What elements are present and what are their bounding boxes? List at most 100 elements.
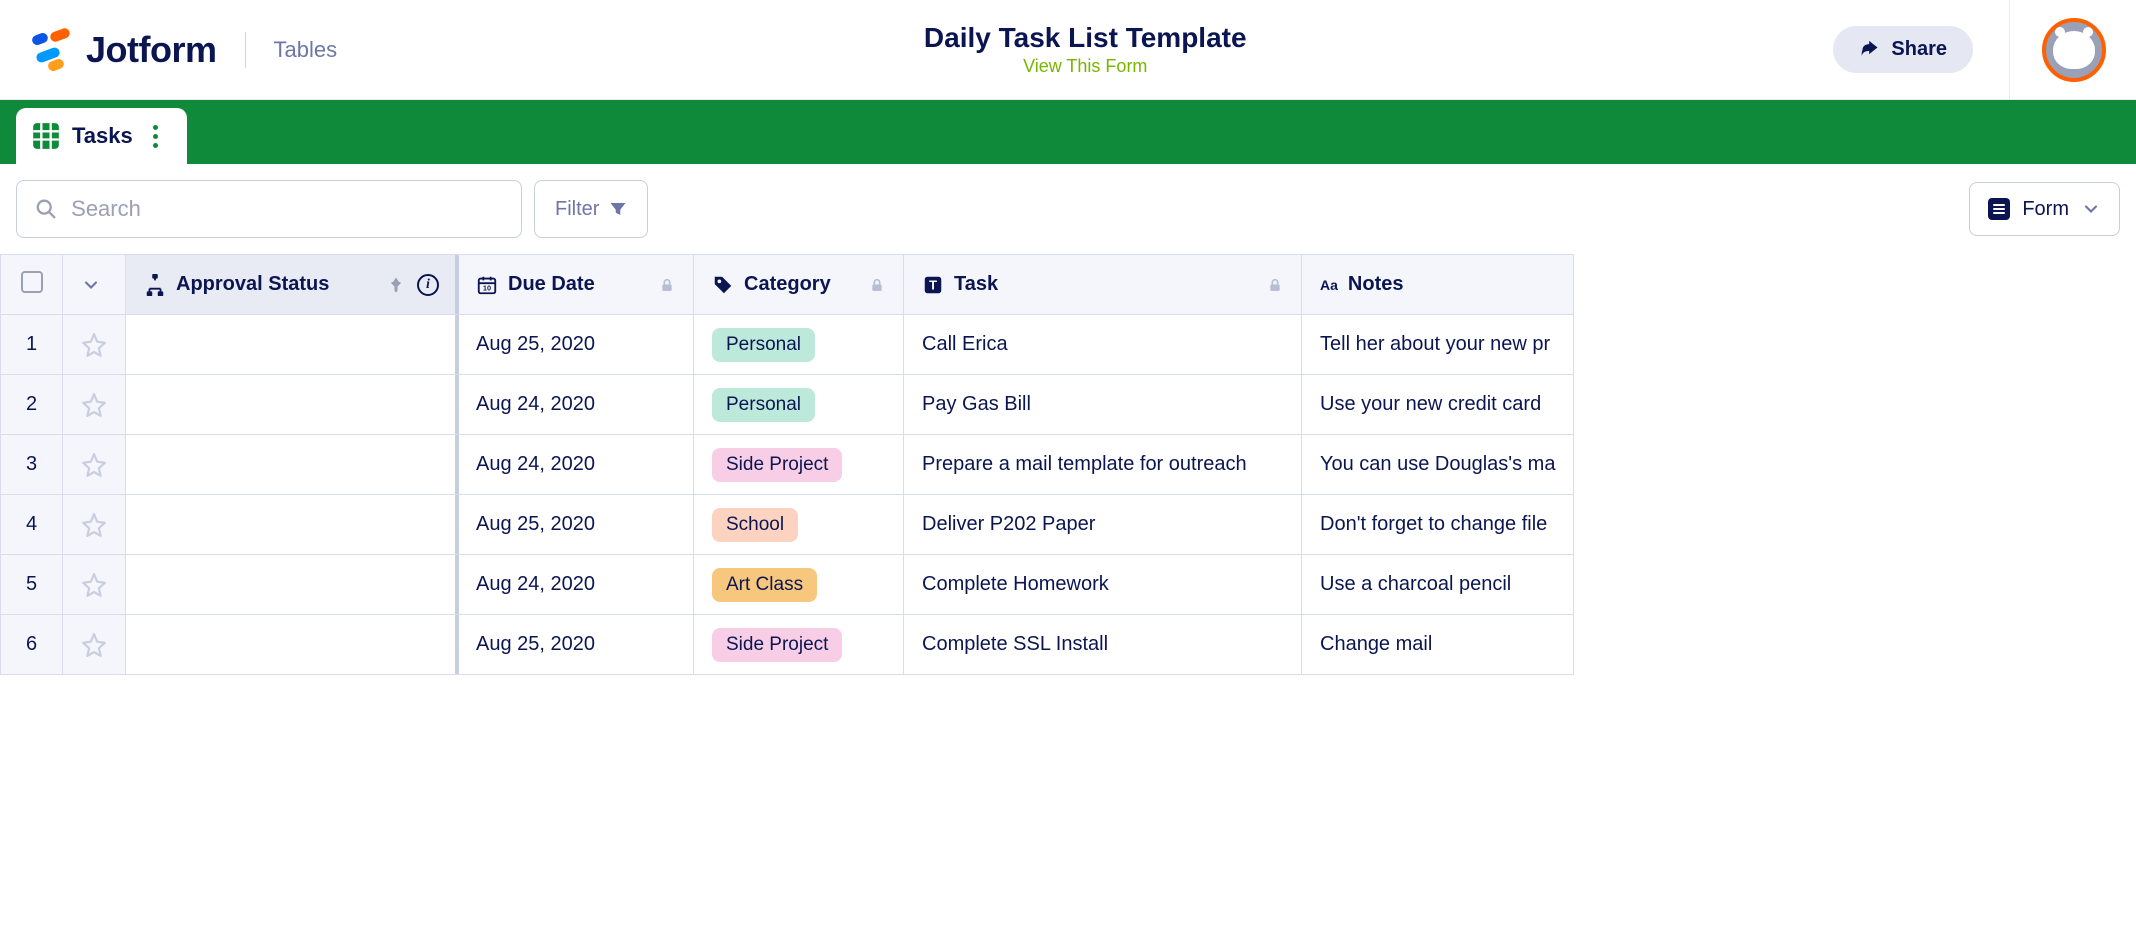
resize-handle[interactable] bbox=[455, 615, 459, 674]
header-approval-label: Approval Status bbox=[176, 273, 329, 296]
logo-text: Jotform bbox=[86, 29, 217, 71]
lock-icon bbox=[659, 276, 675, 294]
cell-notes[interactable]: You can use Douglas's ma bbox=[1302, 435, 1574, 495]
logo-mark-icon bbox=[30, 28, 74, 72]
cell-task[interactable]: Complete SSL Install bbox=[904, 615, 1302, 675]
resize-handle[interactable] bbox=[455, 375, 459, 434]
checkbox-icon bbox=[21, 271, 43, 293]
cell-approval[interactable] bbox=[126, 615, 458, 675]
resize-handle[interactable] bbox=[455, 315, 459, 374]
cell-task[interactable]: Pay Gas Bill bbox=[904, 375, 1302, 435]
search-icon bbox=[35, 197, 57, 221]
star-icon[interactable] bbox=[81, 332, 107, 358]
row-star[interactable] bbox=[63, 315, 126, 375]
page-title: Daily Task List Template bbox=[924, 22, 1247, 54]
lock-icon bbox=[1267, 276, 1283, 294]
star-icon[interactable] bbox=[81, 452, 107, 478]
header-divider bbox=[2009, 0, 2010, 100]
tab-tasks[interactable]: Tasks bbox=[16, 108, 187, 164]
pin-icon bbox=[387, 275, 405, 295]
info-icon[interactable]: i bbox=[417, 274, 439, 296]
cell-category[interactable]: Side Project bbox=[694, 615, 904, 675]
row-star[interactable] bbox=[63, 555, 126, 615]
form-icon bbox=[1988, 198, 2010, 220]
table-row[interactable]: 3 Aug 24, 2020Side ProjectPrepare a mail … bbox=[1, 435, 1574, 495]
cell-task[interactable]: Complete Homework bbox=[904, 555, 1302, 615]
row-star[interactable] bbox=[63, 435, 126, 495]
form-view-button[interactable]: Form bbox=[1969, 182, 2120, 236]
filter-button[interactable]: Filter bbox=[534, 180, 648, 238]
cell-notes[interactable]: Tell her about your new pr bbox=[1302, 315, 1574, 375]
cell-task[interactable]: Prepare a mail template for outreach bbox=[904, 435, 1302, 495]
table-header-row: Approval Status i 10 Due Date bbox=[1, 255, 1574, 315]
header-due[interactable]: 10 Due Date bbox=[458, 255, 694, 315]
row-star[interactable] bbox=[63, 375, 126, 435]
svg-text:10: 10 bbox=[483, 283, 491, 292]
toolbar: Filter Form bbox=[0, 164, 2136, 254]
cell-task[interactable]: Deliver P202 Paper bbox=[904, 495, 1302, 555]
cell-due[interactable]: Aug 24, 2020 bbox=[458, 555, 694, 615]
cell-approval[interactable] bbox=[126, 375, 458, 435]
star-icon[interactable] bbox=[81, 632, 107, 658]
logo[interactable]: Jotform bbox=[30, 28, 217, 72]
row-star[interactable] bbox=[63, 495, 126, 555]
cell-approval[interactable] bbox=[126, 315, 458, 375]
cell-category[interactable]: Personal bbox=[694, 375, 904, 435]
logo-area: Jotform Tables bbox=[30, 28, 337, 72]
row-star[interactable] bbox=[63, 615, 126, 675]
cell-due[interactable]: Aug 24, 2020 bbox=[458, 435, 694, 495]
cell-due[interactable]: Aug 24, 2020 bbox=[458, 375, 694, 435]
header-category[interactable]: Category bbox=[694, 255, 904, 315]
header-expand[interactable] bbox=[63, 255, 126, 315]
view-form-link[interactable]: View This Form bbox=[1023, 56, 1147, 77]
cell-category[interactable]: Art Class bbox=[694, 555, 904, 615]
row-number: 6 bbox=[1, 615, 63, 675]
table-wrap: Approval Status i 10 Due Date bbox=[0, 254, 2136, 675]
brand-section[interactable]: Tables bbox=[274, 37, 338, 63]
text-icon: T bbox=[922, 274, 944, 296]
chevron-down-icon bbox=[2081, 199, 2101, 219]
cell-notes[interactable]: Use a charcoal pencil bbox=[1302, 555, 1574, 615]
lock-icon bbox=[869, 276, 885, 294]
header-checkbox[interactable] bbox=[1, 255, 63, 315]
search-input[interactable] bbox=[71, 196, 503, 222]
table-row[interactable]: 6 Aug 25, 2020Side ProjectComplete SSL In… bbox=[1, 615, 1574, 675]
cell-category[interactable]: School bbox=[694, 495, 904, 555]
cell-approval[interactable] bbox=[126, 555, 458, 615]
cell-due[interactable]: Aug 25, 2020 bbox=[458, 615, 694, 675]
tab-more-icon[interactable] bbox=[145, 125, 167, 148]
resize-handle[interactable] bbox=[455, 435, 459, 494]
cell-due[interactable]: Aug 25, 2020 bbox=[458, 495, 694, 555]
resize-handle[interactable] bbox=[455, 255, 459, 314]
header-approval[interactable]: Approval Status i bbox=[126, 255, 458, 315]
cell-approval[interactable] bbox=[126, 495, 458, 555]
cell-task[interactable]: Call Erica bbox=[904, 315, 1302, 375]
star-icon[interactable] bbox=[81, 572, 107, 598]
search-wrap[interactable] bbox=[16, 180, 522, 238]
header-task[interactable]: T Task bbox=[904, 255, 1302, 315]
cell-category[interactable]: Personal bbox=[694, 315, 904, 375]
table-row[interactable]: 4Aug 25, 2020SchoolDeliver P202 PaperDon… bbox=[1, 495, 1574, 555]
star-icon[interactable] bbox=[81, 392, 107, 418]
cell-notes[interactable]: Don't forget to change file bbox=[1302, 495, 1574, 555]
table-row[interactable]: 2 Aug 24, 2020PersonalPay Gas BillUse you… bbox=[1, 375, 1574, 435]
table-row[interactable]: 5Aug 24, 2020Art ClassComplete HomeworkU… bbox=[1, 555, 1574, 615]
calendar-icon: 10 bbox=[476, 274, 498, 296]
share-button[interactable]: Share bbox=[1833, 26, 1973, 73]
workflow-icon bbox=[144, 274, 166, 296]
cell-category[interactable]: Side Project bbox=[694, 435, 904, 495]
cell-notes[interactable]: Use your new credit card bbox=[1302, 375, 1574, 435]
row-number: 2 bbox=[1, 375, 63, 435]
header-notes[interactable]: Aa Notes bbox=[1302, 255, 1574, 315]
table-row[interactable]: 1Aug 25, 2020PersonalCall EricaTell her … bbox=[1, 315, 1574, 375]
cell-approval[interactable] bbox=[126, 435, 458, 495]
cell-due[interactable]: Aug 25, 2020 bbox=[458, 315, 694, 375]
row-number: 3 bbox=[1, 435, 63, 495]
svg-text:T: T bbox=[929, 277, 937, 292]
resize-handle[interactable] bbox=[455, 555, 459, 614]
resize-handle[interactable] bbox=[455, 495, 459, 554]
cell-notes[interactable]: Change mail bbox=[1302, 615, 1574, 675]
star-icon[interactable] bbox=[81, 512, 107, 538]
avatar[interactable] bbox=[2042, 18, 2106, 82]
header-task-label: Task bbox=[954, 273, 998, 296]
